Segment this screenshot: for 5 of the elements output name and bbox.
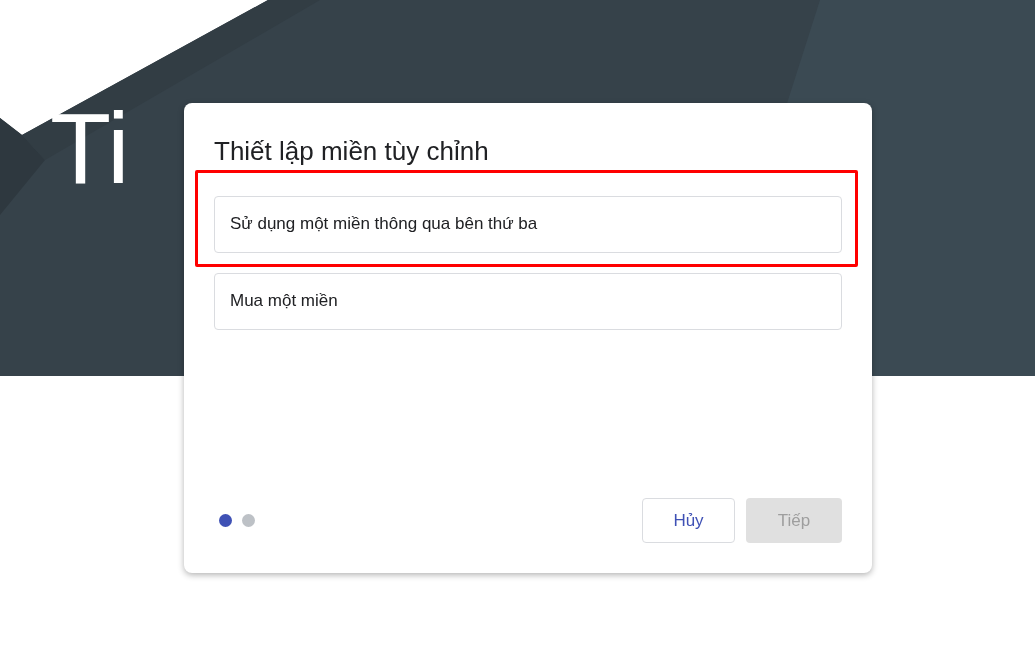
cancel-button[interactable]: Hủy	[642, 498, 735, 543]
option-card[interactable]: Sử dụng một miền thông qua bên thứ ba	[214, 195, 842, 253]
hero-title: Ti	[50, 98, 130, 198]
option-card[interactable]: Mua một miền	[214, 272, 842, 330]
dialog-title: Thiết lập miền tùy chỉnh	[214, 135, 490, 168]
